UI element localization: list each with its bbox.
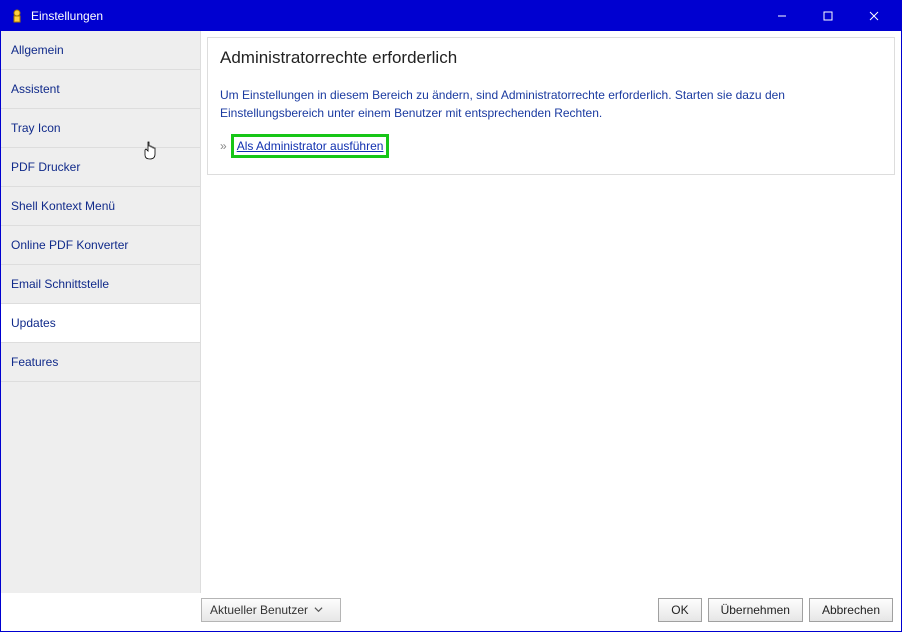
run-as-admin-link[interactable]: Als Administrator ausführen xyxy=(237,139,384,153)
sidebar-item-shell-kontext[interactable]: Shell Kontext Menü xyxy=(1,187,200,226)
maximize-button[interactable] xyxy=(805,1,851,31)
sidebar-item-label: Email Schnittstelle xyxy=(11,277,109,291)
sidebar-item-label: Allgemein xyxy=(11,43,64,57)
close-button[interactable] xyxy=(851,1,897,31)
sidebar-item-allgemein[interactable]: Allgemein xyxy=(1,31,200,70)
sidebar-item-online-pdf[interactable]: Online PDF Konverter xyxy=(1,226,200,265)
sidebar-item-assistent[interactable]: Assistent xyxy=(1,70,200,109)
sidebar-item-email[interactable]: Email Schnittstelle xyxy=(1,265,200,304)
sidebar: Allgemein Assistent Tray Icon PDF Drucke… xyxy=(1,31,201,593)
window-title: Einstellungen xyxy=(31,9,759,23)
footer: Aktueller Benutzer OK Übernehmen Abbrech… xyxy=(1,593,901,631)
sidebar-item-tray-icon[interactable]: Tray Icon xyxy=(1,109,200,148)
cancel-button[interactable]: Abbrechen xyxy=(809,598,893,622)
sidebar-item-label: Tray Icon xyxy=(11,121,61,135)
admin-link-highlight: Als Administrator ausführen xyxy=(231,134,390,158)
chevron-down-icon xyxy=(314,603,323,617)
app-icon xyxy=(9,8,25,24)
sidebar-item-pdf-drucker[interactable]: PDF Drucker xyxy=(1,148,200,187)
button-label: Übernehmen xyxy=(721,603,790,617)
content-area: Administratorrechte erforderlich Um Eins… xyxy=(201,31,901,593)
sidebar-item-features[interactable]: Features xyxy=(1,343,200,382)
window-controls xyxy=(759,1,897,31)
admin-required-text: Um Einstellungen in diesem Bereich zu än… xyxy=(220,86,882,122)
sidebar-item-label: Assistent xyxy=(11,82,60,96)
ok-button[interactable]: OK xyxy=(658,598,701,622)
admin-link-row: » Als Administrator ausführen xyxy=(220,134,882,158)
content-body: Um Einstellungen in diesem Bereich zu än… xyxy=(220,86,882,158)
sidebar-item-label: PDF Drucker xyxy=(11,160,80,174)
sidebar-item-label: Online PDF Konverter xyxy=(11,238,128,252)
content-panel: Administratorrechte erforderlich Um Eins… xyxy=(207,37,895,175)
sidebar-item-label: Features xyxy=(11,355,58,369)
titlebar: Einstellungen xyxy=(1,1,901,31)
user-scope-dropdown[interactable]: Aktueller Benutzer xyxy=(201,598,341,622)
minimize-button[interactable] xyxy=(759,1,805,31)
sidebar-item-updates[interactable]: Updates xyxy=(1,304,200,343)
settings-window: Einstellungen Allgemein Assistent Tray I… xyxy=(0,0,902,632)
dropdown-label: Aktueller Benutzer xyxy=(210,603,308,617)
sidebar-item-label: Shell Kontext Menü xyxy=(11,199,115,213)
content-heading: Administratorrechte erforderlich xyxy=(220,48,882,68)
link-prefix-arrow: » xyxy=(220,137,227,155)
window-body: Allgemein Assistent Tray Icon PDF Drucke… xyxy=(1,31,901,593)
button-label: Abbrechen xyxy=(822,603,880,617)
sidebar-item-label: Updates xyxy=(11,316,56,330)
apply-button[interactable]: Übernehmen xyxy=(708,598,803,622)
button-label: OK xyxy=(671,603,688,617)
pointer-cursor-icon xyxy=(142,141,158,166)
